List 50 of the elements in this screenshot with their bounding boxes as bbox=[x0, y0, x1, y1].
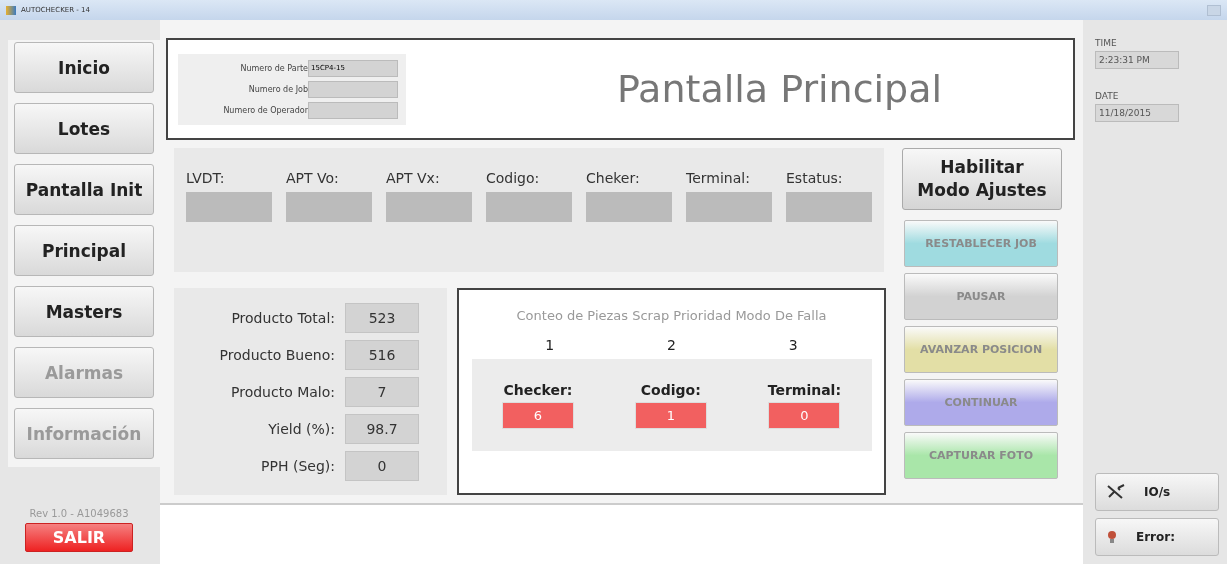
reading-label: Estatus: bbox=[786, 170, 844, 186]
reading-label: APT Vx: bbox=[386, 170, 441, 186]
stat-label: Producto Bueno: bbox=[219, 346, 335, 363]
failure-label: Codigo: bbox=[640, 381, 701, 398]
nav-button[interactable]: Principal bbox=[14, 225, 154, 276]
app-icon bbox=[6, 5, 16, 15]
reading-label: LVDT: bbox=[186, 170, 226, 186]
stat-label: Producto Malo: bbox=[231, 383, 335, 400]
stat-label: Yield (%): bbox=[268, 420, 335, 437]
nav-button[interactable]: Pantalla Init bbox=[14, 164, 154, 215]
field-label: Numero de Parte bbox=[240, 63, 308, 73]
date-display: 11/18/2015 bbox=[1095, 104, 1179, 122]
reading-label: APT Vo: bbox=[286, 170, 340, 186]
stat-value: 7 bbox=[345, 376, 419, 407]
lightbulb-icon bbox=[1106, 529, 1118, 545]
failure-label: Terminal: bbox=[767, 381, 841, 398]
reading-label: Codigo: bbox=[486, 170, 541, 186]
rank-number: 1 bbox=[545, 337, 555, 353]
nav-button[interactable]: Inicio bbox=[14, 42, 154, 93]
nav-button[interactable]: Lotes bbox=[14, 103, 154, 154]
date-label: DATE bbox=[1095, 91, 1120, 101]
stat-value: 0 bbox=[345, 450, 419, 481]
failure-count: 6 bbox=[501, 401, 574, 429]
failure-count: 1 bbox=[634, 401, 707, 429]
field-label: Numero de Job bbox=[248, 84, 308, 94]
error-button[interactable]: Error: bbox=[1095, 518, 1219, 556]
close-button[interactable] bbox=[1207, 4, 1221, 16]
io-button[interactable]: IO/s bbox=[1095, 473, 1219, 511]
time-label: TIME bbox=[1095, 38, 1118, 48]
stat-value: 516 bbox=[345, 339, 419, 370]
field-label: Numero de Operador bbox=[223, 105, 308, 115]
nav-button[interactable]: Masters bbox=[14, 286, 154, 337]
reading-label: Terminal: bbox=[686, 170, 751, 186]
stat-label: Producto Total: bbox=[231, 309, 335, 326]
failure-label: Checker: bbox=[503, 381, 573, 398]
rank-number: 3 bbox=[788, 337, 798, 353]
rank-number: 2 bbox=[667, 337, 676, 353]
revision-label: Rev 1.0 - A1049683 bbox=[29, 508, 129, 519]
tools-icon bbox=[1106, 484, 1126, 500]
stat-value: 523 bbox=[345, 302, 419, 333]
stat-value: 98.7 bbox=[345, 413, 419, 444]
stat-label: PPH (Seg): bbox=[261, 457, 335, 474]
adjust-mode-button[interactable]: Habilitar Modo Ajustes bbox=[902, 148, 1062, 210]
scrap-title: Conteo de Piezas Scrap Prioridad Modo De Falla bbox=[516, 308, 827, 323]
page-title: Pantalla Principal bbox=[615, 67, 944, 111]
failure-count: 0 bbox=[768, 401, 841, 429]
input-field[interactable] bbox=[308, 101, 398, 119]
time-display: 2:23:31 PM bbox=[1095, 51, 1179, 69]
reading-label: Cheker: bbox=[586, 170, 641, 186]
input-field[interactable] bbox=[308, 80, 398, 98]
